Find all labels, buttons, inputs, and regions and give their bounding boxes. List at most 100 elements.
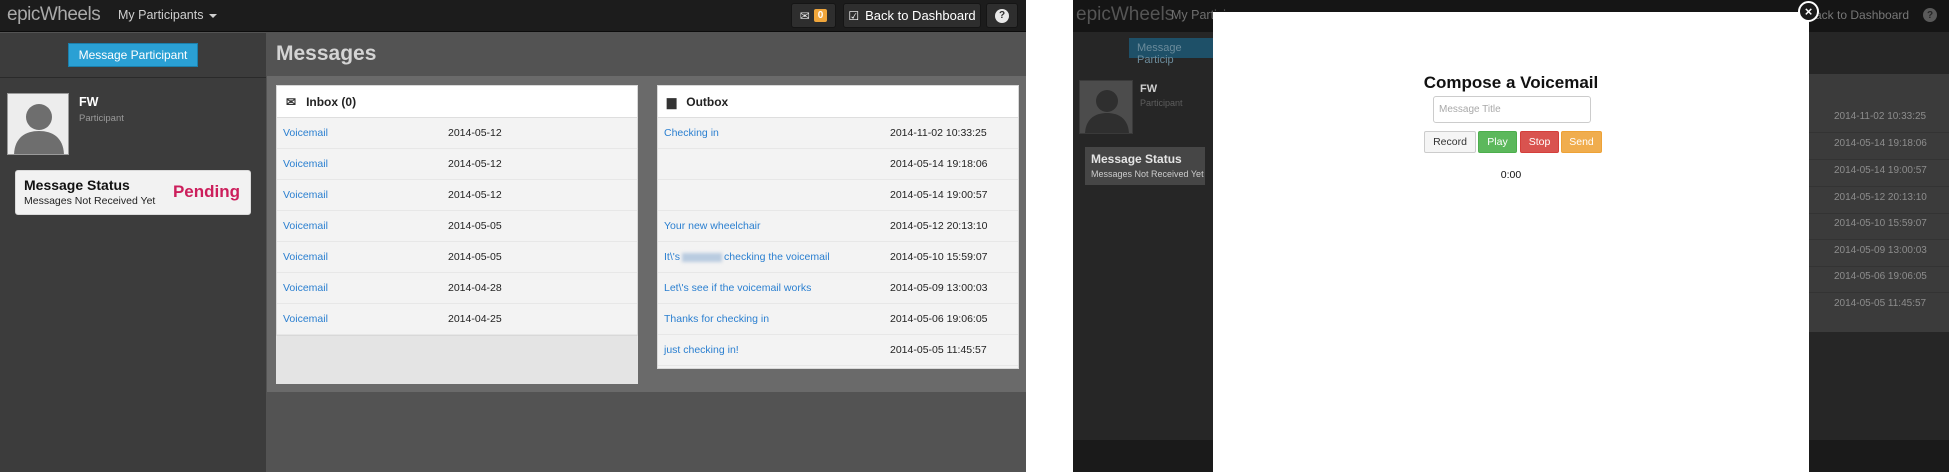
- message-title-input[interactable]: [1433, 96, 1591, 123]
- mail-count-badge: 0: [813, 9, 828, 22]
- message-status-subtitle: Messages Not Received Yet: [1091, 169, 1204, 179]
- message-status-title: Message Status: [24, 177, 130, 193]
- message-date: 2014-05-06 19:06:05: [890, 313, 988, 325]
- envelope-icon: ✉: [286, 94, 297, 109]
- message-status-title: Message Status: [1091, 152, 1182, 166]
- message-link[interactable]: just checking in!: [664, 344, 739, 356]
- table-row: Your new wheelchair 2014-05-12 20:13:10: [658, 211, 1018, 242]
- sidebar-divider: [0, 77, 266, 78]
- table-row: Voicemail 2014-05-05: [277, 211, 637, 242]
- stop-button[interactable]: Stop: [1520, 131, 1559, 153]
- row-divider: [1808, 186, 1949, 187]
- message-link[interactable]: Voicemail: [283, 127, 328, 139]
- message-date: 2014-05-12: [448, 158, 502, 170]
- compose-voicemail-screen: epicWheels My Partici ack to Dashboard ?…: [1073, 0, 1949, 472]
- user-silhouette-icon: [8, 94, 68, 154]
- message-participant-button[interactable]: Message Participant: [68, 43, 198, 67]
- message-link[interactable]: Thanks for checking in: [664, 313, 769, 325]
- avatar: [7, 93, 69, 155]
- message-link-end: checking the voicemail: [724, 251, 830, 263]
- message-link[interactable]: Voicemail: [283, 282, 328, 294]
- participant-name: FW: [79, 95, 99, 109]
- play-button[interactable]: Play: [1478, 131, 1517, 153]
- outbox-dates-dimmed: 2014-11-02 10:33:25 2014-05-14 19:18:06 …: [1808, 74, 1949, 332]
- message-link[interactable]: Checking in: [664, 127, 719, 139]
- folder-icon: ▆: [667, 94, 677, 109]
- message-date: 2014-05-05 11:45:57: [1834, 298, 1927, 309]
- message-date: 2014-05-10 15:59:07: [890, 251, 988, 263]
- row-divider: [1808, 132, 1949, 133]
- recording-timer: 0:00: [1500, 169, 1522, 181]
- inbox-panel: ✉ Inbox (0) Voicemail 2014-05-12 Voicemai…: [276, 85, 638, 336]
- table-row: Voicemail 2014-04-28: [277, 273, 637, 304]
- message-date: 2014-05-12: [448, 189, 502, 201]
- my-participants-label: My Participants: [118, 8, 204, 22]
- table-row: It\'s checking the voicemail 2014-05-10 15…: [658, 242, 1018, 273]
- message-date: 2014-04-28: [448, 282, 502, 294]
- message-date: 2014-05-14 19:00:57: [890, 189, 988, 201]
- table-row: Voicemail 2014-04-25: [277, 304, 637, 335]
- mail-button[interactable]: ✉ 0: [791, 3, 836, 28]
- message-date: 2014-05-10 15:59:07: [1834, 218, 1927, 229]
- participant-name: FW: [1140, 83, 1158, 95]
- help-button[interactable]: ?: [986, 3, 1018, 28]
- table-row: Let\'s see if the voicemail works 2014-05…: [658, 273, 1018, 304]
- messages-screen: epicWheels My Participants ✉ 0 ☑ Back to…: [0, 0, 1026, 472]
- message-link[interactable]: Your new wheelchair: [664, 220, 761, 232]
- message-date: 2014-05-14 19:18:06: [890, 158, 988, 170]
- message-link[interactable]: Voicemail: [283, 313, 328, 325]
- message-date: 2014-05-05: [448, 251, 502, 263]
- back-to-dashboard-button: ack to Dashboard: [1815, 8, 1910, 22]
- table-row: Checking in 2014-11-02 10:33:25: [658, 118, 1018, 149]
- message-status-card: Message Status Messages Not Received Yet: [1085, 147, 1205, 185]
- inbox-header: ✉ Inbox (0): [277, 86, 637, 118]
- inbox-footer-space: [276, 336, 638, 384]
- modal-title: Compose a Voicemail: [1423, 73, 1599, 92]
- brand-logo: epicWheels: [1076, 4, 1175, 25]
- message-date: 2014-05-05 11:45:57: [890, 344, 987, 356]
- question-circle-icon: ?: [1923, 8, 1937, 22]
- row-divider: [1808, 239, 1949, 240]
- back-to-dashboard-button[interactable]: ☑ Back to Dashboard: [843, 3, 981, 28]
- table-row: 2014-05-14 19:00:57: [658, 180, 1018, 211]
- message-link[interactable]: Voicemail: [283, 220, 328, 232]
- table-row: just checking in! 2014-05-05 11:45:57: [658, 335, 1018, 366]
- row-divider: [1808, 266, 1949, 267]
- redacted-name: [682, 252, 723, 262]
- message-link[interactable]: Voicemail: [283, 189, 328, 201]
- send-button[interactable]: Send: [1561, 131, 1602, 153]
- record-button[interactable]: Record: [1424, 131, 1476, 153]
- my-participants-dropdown[interactable]: My Participants: [118, 8, 218, 22]
- message-date: 2014-05-09 13:00:03: [890, 282, 988, 294]
- outbox-header: ▆ Outbox: [658, 86, 1018, 118]
- message-date: 2014-05-12: [448, 127, 502, 139]
- message-date: 2014-05-06 19:06:05: [1834, 271, 1927, 282]
- message-date: 2014-04-25: [448, 313, 502, 325]
- participant-sidebar: Message Participant FW Participant Messa…: [0, 33, 266, 472]
- message-link-start: It\'s: [664, 251, 681, 263]
- table-row: Thanks for checking in 2014-05-06 19:06:0…: [658, 304, 1018, 335]
- message-date: 2014-05-12 20:13:10: [1834, 192, 1927, 203]
- message-date: 2014-11-02 10:33:25: [1834, 111, 1927, 122]
- table-row: 2014-05-14 19:18:06: [658, 149, 1018, 180]
- message-participant-button: Message Particip: [1129, 38, 1219, 66]
- question-circle-icon: ?: [995, 8, 1009, 23]
- message-link[interactable]: Let\'s see if the voicemail works: [664, 282, 811, 294]
- close-icon[interactable]: ×: [1798, 1, 1819, 22]
- participant-role: Participant: [79, 113, 124, 124]
- avatar: [1079, 80, 1133, 134]
- message-date: 2014-11-02 10:33:25: [890, 127, 987, 139]
- table-row: Voicemail 2014-05-05: [277, 242, 637, 273]
- top-navbar: epicWheels My Participants ✉ 0 ☑ Back to…: [0, 0, 1026, 32]
- message-link[interactable]: Voicemail: [283, 251, 328, 263]
- envelope-icon: ✉: [799, 8, 810, 23]
- row-divider: [1808, 292, 1949, 293]
- table-row: Voicemail 2014-05-12: [277, 118, 637, 149]
- participant-role: Participant: [1140, 98, 1183, 108]
- caret-down-icon: [209, 13, 218, 18]
- message-link[interactable]: It\'s checking the voicemail: [664, 251, 830, 263]
- table-row: Voicemail 2014-05-12: [277, 180, 637, 211]
- brand-logo[interactable]: epicWheels: [7, 4, 101, 26]
- message-status-card: Message Status Messages Not Received Yet…: [15, 170, 251, 215]
- message-link[interactable]: Voicemail: [283, 158, 328, 170]
